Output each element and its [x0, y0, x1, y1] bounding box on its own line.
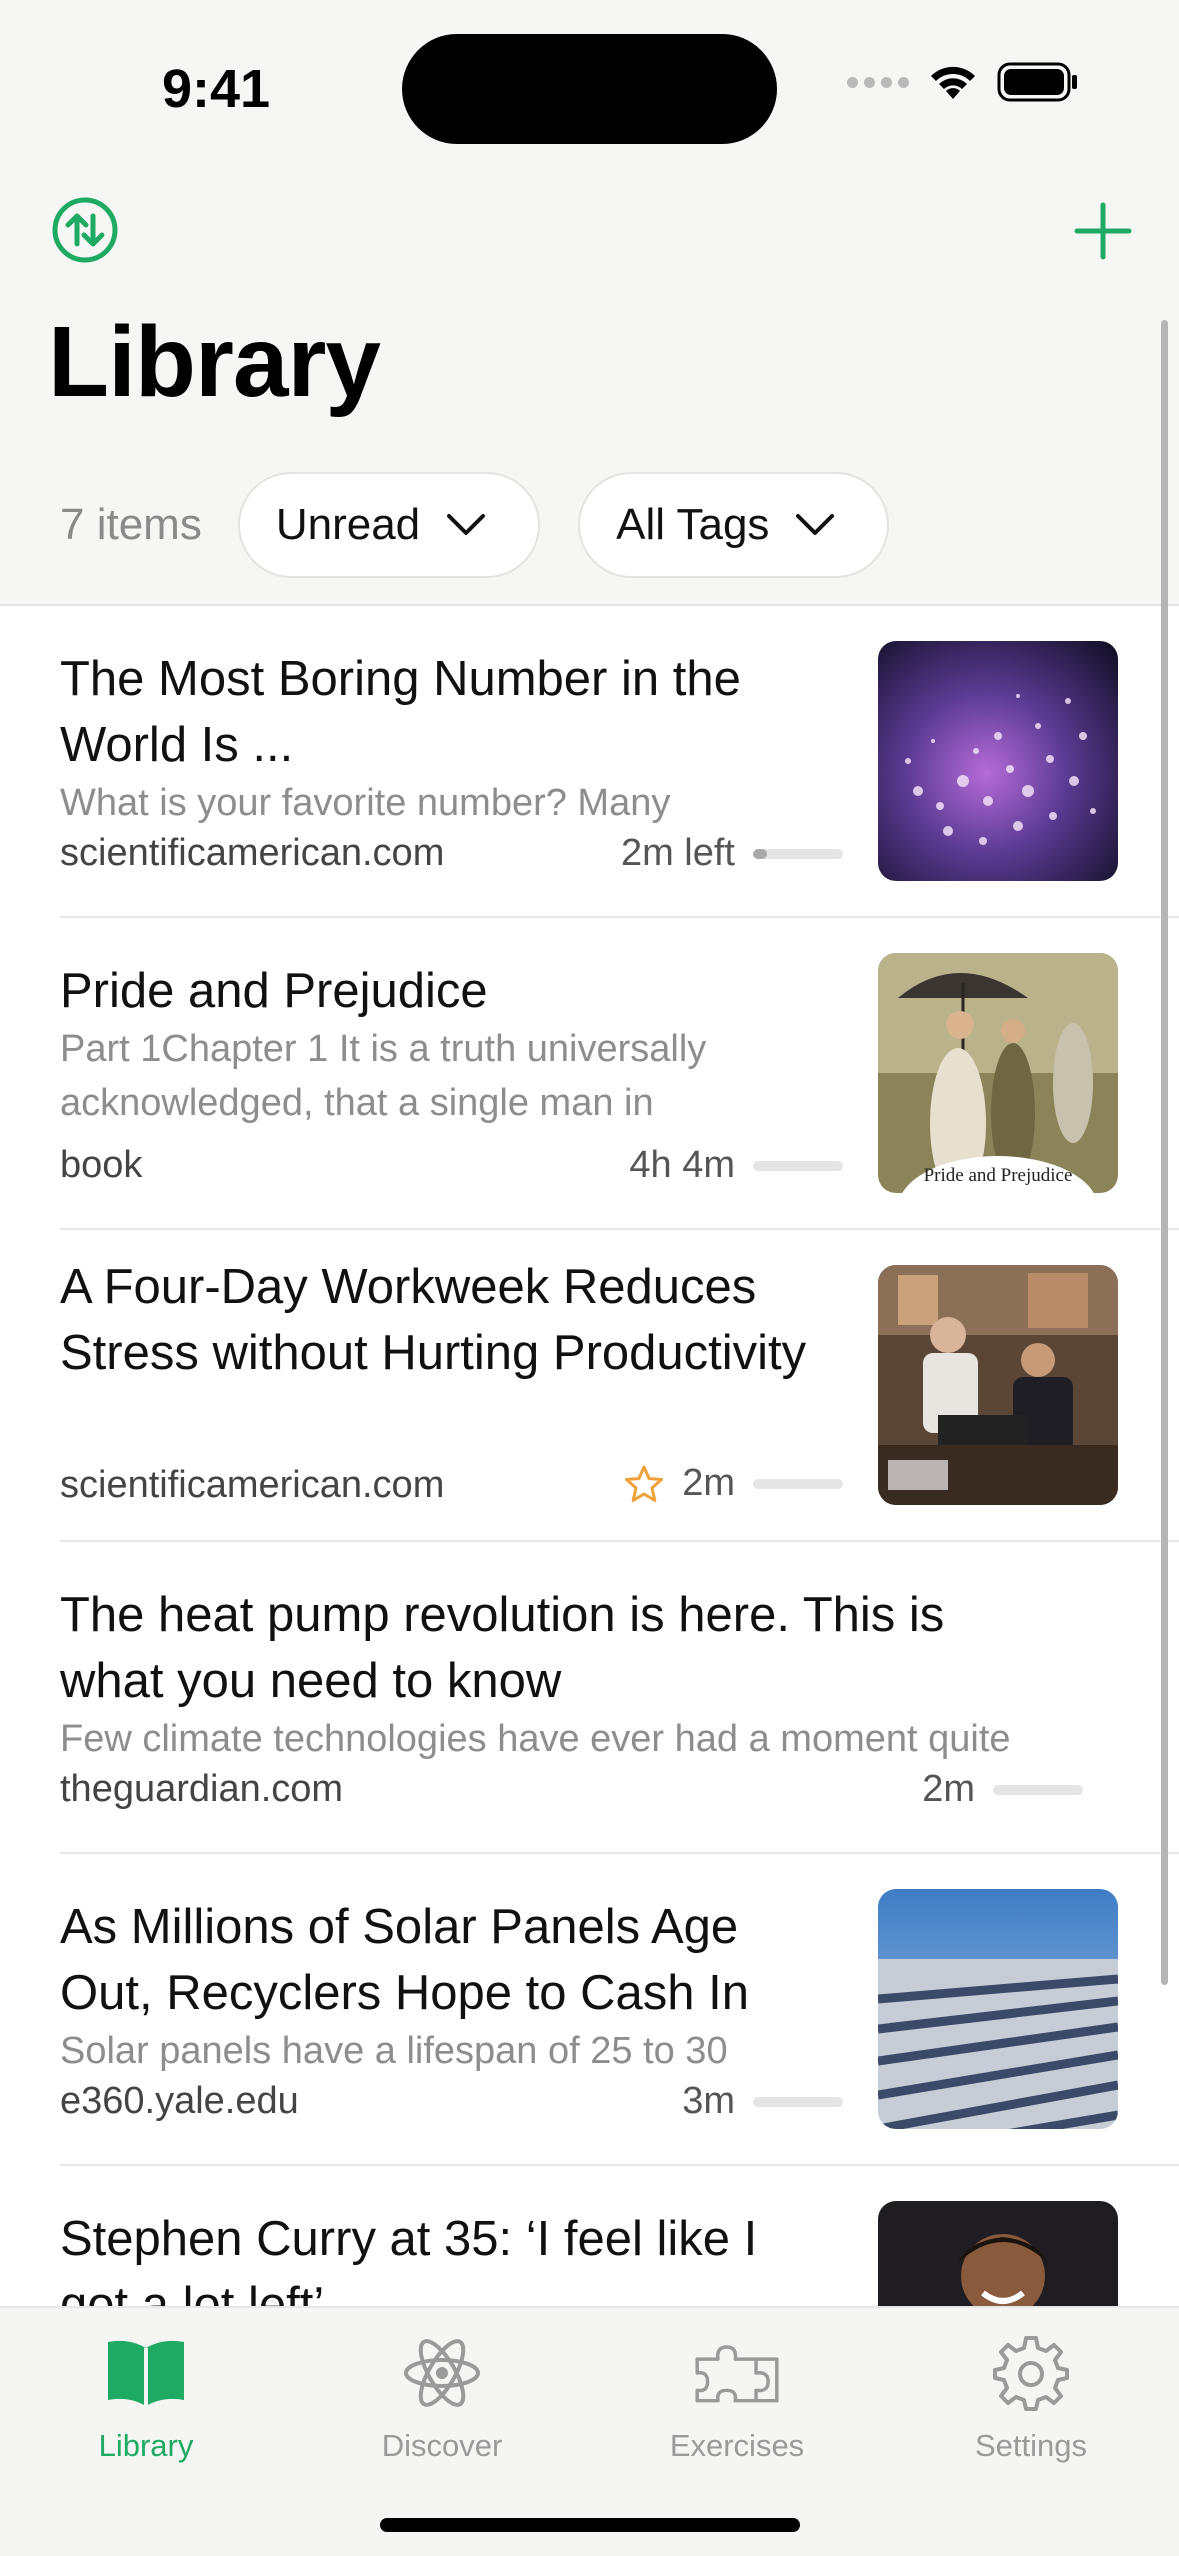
status-time: 9:41 [162, 59, 271, 119]
item-title: The Most Boring Number in the World Is .… [60, 652, 741, 772]
star-icon[interactable] [624, 1464, 664, 1504]
item-thumbnail: Pride and Prejudice [878, 953, 1118, 1193]
reading-progress [993, 1784, 1083, 1795]
battery-icon [997, 62, 1077, 102]
list-item[interactable]: Stephen Curry at 35: ‘I feel like I got … [0, 2166, 1179, 2306]
item-source: book [60, 1144, 143, 1186]
page-title: Library [48, 306, 381, 418]
item-meta: 4h 4m [629, 1144, 843, 1187]
list-item[interactable]: As Millions of Solar Panels Age Out, Rec… [0, 1854, 1179, 2166]
item-title: Pride and Prejudice [60, 964, 488, 1018]
status-bar: 9:41 [0, 0, 1179, 175]
item-meta: 2m left [621, 832, 843, 875]
item-time: 2m [922, 1768, 975, 1810]
cellular-signal-icon [847, 76, 909, 88]
item-excerpt: What is your favorite number? Many [60, 782, 671, 824]
item-excerpt: Part 1Chapter 1 It is a truth universall… [60, 1028, 707, 1124]
item-meta: 2m [922, 1768, 1083, 1811]
tab-library[interactable]: Library [26, 2328, 266, 2478]
tab-settings[interactable]: Settings [911, 2328, 1151, 2478]
item-thumbnail [878, 1265, 1118, 1505]
item-time: 4h 4m [629, 1144, 735, 1186]
item-meta: 3m [682, 2080, 843, 2123]
list-item[interactable]: A Four-Day Workweek Reduces Stress witho… [0, 1230, 1179, 1542]
puzzle-icon [692, 2328, 782, 2418]
tags-filter-label: All Tags [616, 500, 770, 549]
tab-exercises[interactable]: Exercises [617, 2328, 857, 2478]
item-excerpt: Solar panels have a lifespan of 25 to 30 [60, 2030, 728, 2072]
tab-label: Exercises [669, 2428, 805, 2463]
filter-row: 7 items Unread All Tags [60, 472, 927, 578]
status-indicators [847, 62, 1079, 102]
book-icon [101, 2328, 191, 2418]
dynamic-island [402, 34, 777, 144]
atom-icon [397, 2328, 487, 2418]
item-excerpt: Few climate technologies have ever had a… [60, 1718, 1011, 1760]
unread-filter-button[interactable]: Unread [237, 472, 541, 578]
item-time: 2m left [620, 832, 735, 874]
item-count: 7 items [60, 500, 202, 549]
item-title: The heat pump revolution is here. This i… [60, 1588, 945, 1708]
item-thumbnail [878, 2201, 1118, 2306]
item-time: 2m [682, 1462, 735, 1504]
item-source: scientificamerican.com [60, 1464, 445, 1506]
reading-progress [753, 1478, 843, 1489]
thumbnail-caption: Pride and Prejudice [924, 1165, 1073, 1186]
home-indicator [380, 2518, 800, 2532]
item-title: A Four-Day Workweek Reduces Stress witho… [60, 1260, 807, 1380]
tab-label: Discover [381, 2428, 503, 2463]
item-source: theguardian.com [60, 1768, 344, 1810]
sort-arrows-icon [52, 197, 118, 263]
library-header: Library 7 items Unread All Tags [0, 175, 1179, 605]
plus-icon [1074, 202, 1132, 260]
tab-discover[interactable]: Discover [322, 2328, 562, 2478]
chevron-down-icon [447, 514, 486, 535]
tab-label: Settings [974, 2428, 1087, 2463]
item-thumbnail [878, 1889, 1118, 2129]
reading-progress [753, 2096, 843, 2107]
item-source: scientificamerican.com [60, 832, 445, 874]
sort-button[interactable] [50, 195, 120, 265]
item-title: As Millions of Solar Panels Age Out, Rec… [60, 1900, 750, 2020]
gear-icon [986, 2328, 1076, 2418]
tab-label: Library [98, 2428, 194, 2463]
unread-filter-label: Unread [275, 500, 421, 549]
add-button[interactable] [1065, 193, 1141, 269]
library-list[interactable]: The Most Boring Number in the World Is .… [0, 606, 1179, 2306]
item-source: e360.yale.edu [60, 2080, 299, 2122]
item-meta: 2m [624, 1462, 843, 1505]
chevron-down-icon [796, 514, 835, 535]
list-item[interactable]: The Most Boring Number in the World Is .… [0, 606, 1179, 918]
scroll-indicator[interactable] [1161, 320, 1168, 1985]
wifi-icon [931, 66, 975, 99]
tags-filter-button[interactable]: All Tags [578, 472, 890, 578]
reading-progress [753, 848, 843, 859]
item-thumbnail [878, 641, 1118, 881]
list-item[interactable]: The heat pump revolution is here. This i… [0, 1542, 1179, 1854]
item-time: 3m [682, 2080, 735, 2122]
list-item[interactable]: Pride and Prejudice Part 1Chapter 1 It i… [0, 918, 1179, 1230]
reading-progress [753, 1160, 843, 1171]
item-title: Stephen Curry at 35: ‘I feel like I got … [60, 2212, 758, 2306]
